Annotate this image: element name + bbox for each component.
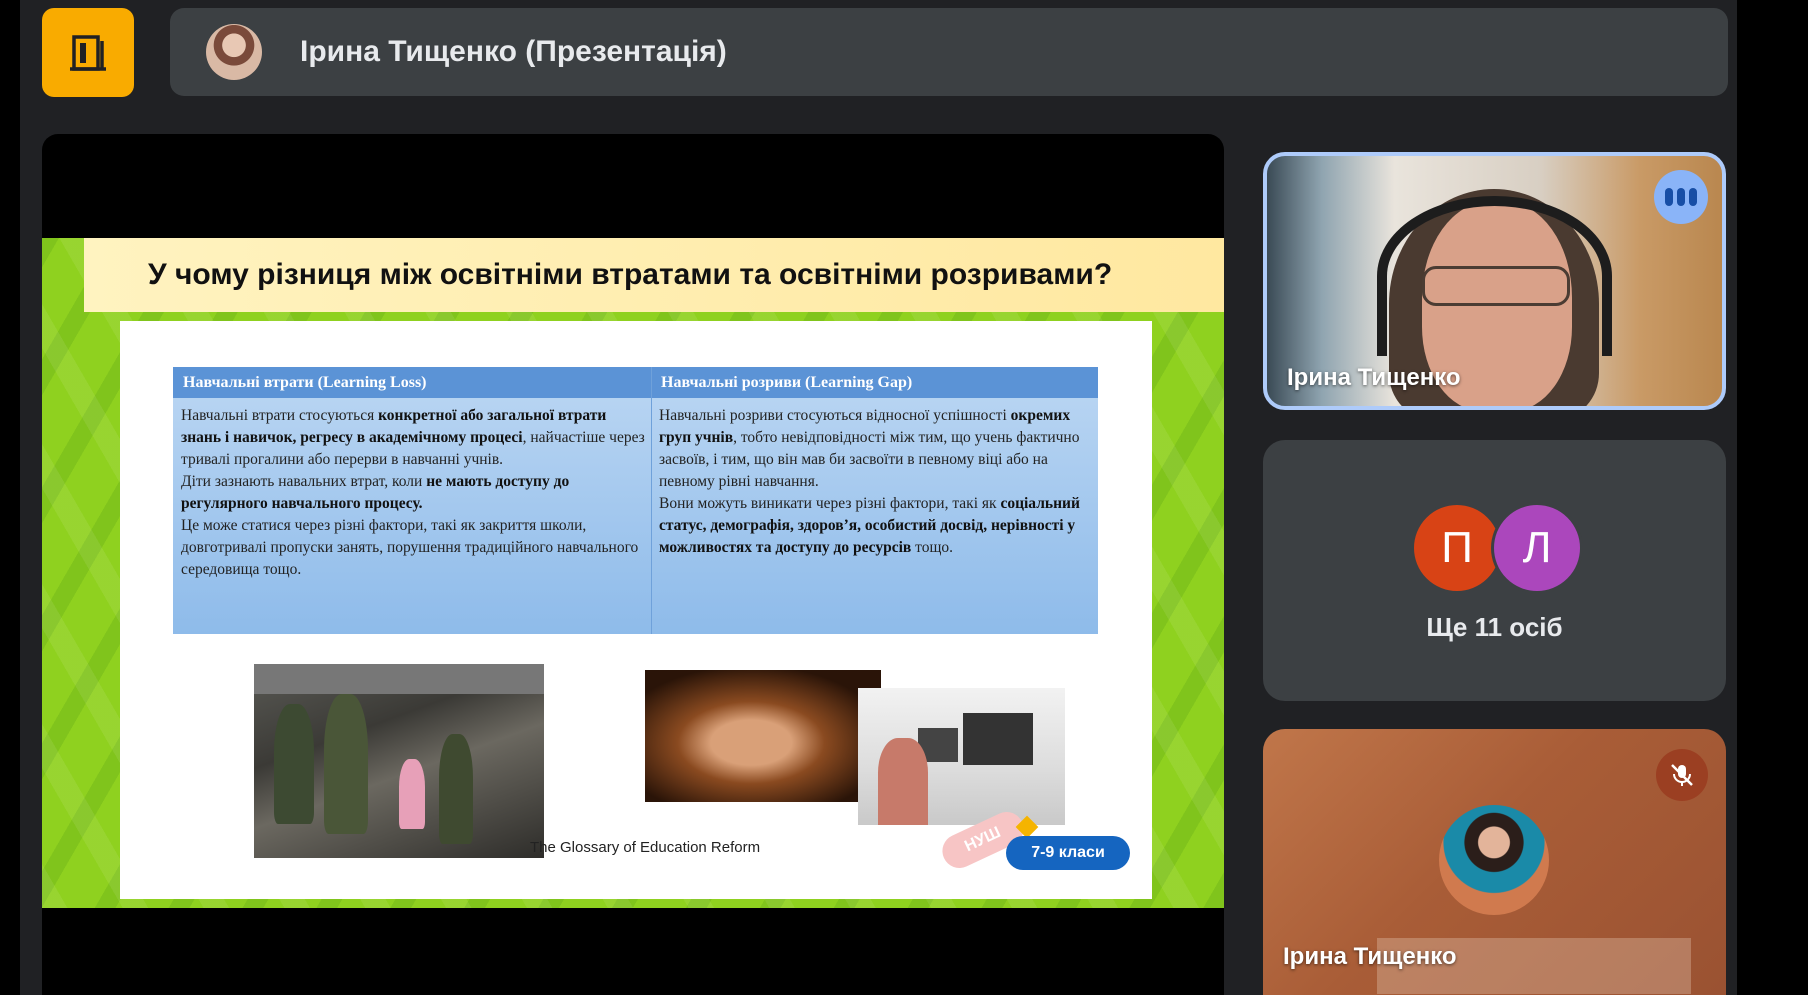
table-header-learning-gap: Навчальні розриви (Learning Gap) [661,374,913,391]
comparison-table: Навчальні втрати (Learning Loss) Навчаль… [173,367,1098,634]
table-cell-learning-loss: Навчальні втрати стосуються конкретної а… [181,407,645,578]
presentation-stage[interactable]: У чому різниця між освітніми втратами та… [42,134,1224,995]
avatar: П [1411,502,1503,594]
presenter-title: Ірина Тищенко (Презентація) [300,35,727,68]
avatar [1439,805,1549,915]
table-header-learning-loss: Навчальні втрати (Learning Loss) [183,374,427,391]
door-exit-icon [70,34,106,71]
window-edge [1737,0,1808,995]
war-photo [254,664,544,858]
presenter-avatar [206,24,262,80]
participant-avatars: П Л [1411,502,1591,596]
self-tile[interactable]: Ірина Тищенко [1263,729,1726,995]
more-participants-label: Ще 11 осіб [1426,612,1563,642]
table-column-divider [651,367,652,634]
slide-content-panel: Навчальні втрати (Learning Loss) Навчаль… [120,321,1152,899]
slide-title: У чому різниця між освітніми втратами та… [84,238,1224,312]
classroom-photo [858,688,1065,825]
self-name: Ірина Тищенко [1283,943,1457,970]
other-participants-tile[interactable]: П Л Ще 11 осіб [1263,440,1726,701]
child-with-phone-photo [645,670,881,802]
avatar: Л [1491,502,1583,594]
presentation-slide: У чому різниця між освітніми втратами та… [42,238,1224,908]
grades-badge: 7-9 класи [1006,836,1130,870]
leave-button[interactable] [42,8,134,97]
slide-source: The Glossary of Education Reform [530,839,761,856]
speaker-name: Ірина Тищенко [1287,364,1461,391]
audio-level-icon [1654,170,1708,224]
mic-off-icon [1656,749,1708,801]
speaker-tile[interactable]: Ірина Тищенко [1263,152,1726,410]
table-cell-learning-gap: Навчальні розриви стосуються відносної у… [659,407,1080,556]
presentation-title-bar: Ірина Тищенко (Презентація) [170,8,1728,96]
